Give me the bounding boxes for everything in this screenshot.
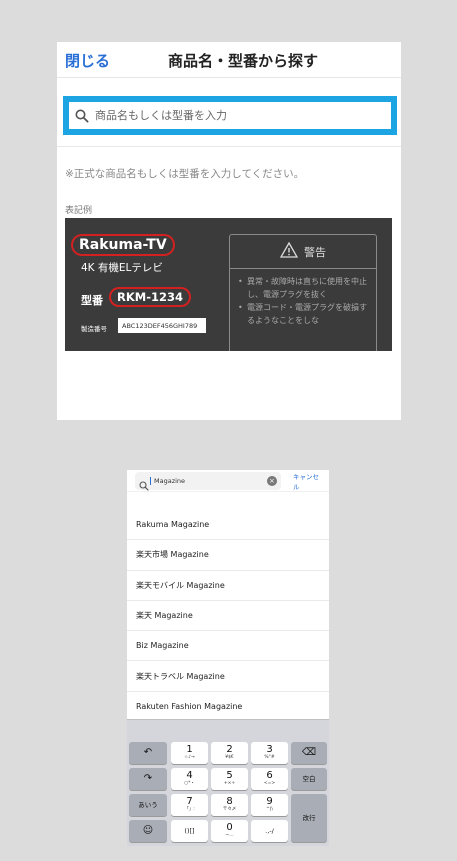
- text-cursor: [150, 476, 151, 485]
- example-subtitle: 4K 有機ELテレビ: [81, 262, 163, 274]
- search-input[interactable]: [95, 109, 355, 122]
- key-9[interactable]: 9 ^|\: [251, 794, 288, 816]
- example-brand: Rakuma-TV: [71, 234, 175, 256]
- cancel-button[interactable]: キャンセル: [293, 471, 325, 491]
- suggestion-list: Rakuma Magazine 楽天市場 Magazine 楽天モバイル Mag…: [127, 510, 329, 723]
- brackets-key[interactable]: ()[]: [171, 820, 208, 842]
- punctuation-key[interactable]: .,-/: [251, 820, 288, 842]
- numeric-keyboard: ↶ ↷ あいう ☺ 1 ☆♪→ 2 ¥$€ 3 %°# 4 ○*・ 5 +×÷ 6 <=> …: [127, 719, 329, 846]
- clear-icon[interactable]: ×: [266, 475, 277, 486]
- phone-search-field[interactable]: Magazine ×: [135, 471, 281, 491]
- key-4[interactable]: 4 ○*・: [171, 768, 208, 790]
- warning-item: 電源コード・電源プラグを破損するようなことをしな: [238, 301, 368, 327]
- input-note: ※正式な商品名もしくは型番を入力してください。: [65, 168, 305, 180]
- undo-key[interactable]: ↶: [129, 742, 167, 764]
- divider: [57, 146, 401, 147]
- search-box[interactable]: [69, 102, 391, 129]
- key-2[interactable]: 2 ¥$€: [211, 742, 248, 764]
- example-model-label: 型番: [81, 294, 103, 307]
- backspace-key[interactable]: ⌫: [291, 742, 327, 764]
- phone-search-screen: Magazine × キャンセル Rakuma Magazine 楽天市場 Ma…: [127, 470, 329, 846]
- space-key[interactable]: 空白: [291, 768, 327, 790]
- suggestion-item[interactable]: 楽天 Magazine: [127, 601, 329, 632]
- key-7[interactable]: 7 「」:: [171, 794, 208, 816]
- backspace-icon: ⌫: [301, 747, 317, 758]
- search-field-highlight: [63, 96, 397, 135]
- suggestion-item[interactable]: 楽天モバイル Magazine: [127, 571, 329, 601]
- suggestion-item[interactable]: 楽天トラベル Magazine: [127, 661, 329, 692]
- key-8[interactable]: 8 〒々〆: [211, 794, 248, 816]
- warning-item: 異常・故障時は直ちに使用を中止し、電源プラグを抜く: [238, 275, 368, 301]
- example-serial-value: ABC123DEF456GHI789: [118, 318, 206, 333]
- enter-key[interactable]: 改行: [291, 794, 327, 842]
- search-modal: 閉じる 商品名・型番から探す ※正式な商品名もしくは型番を入力してください。 表…: [57, 42, 401, 420]
- warning-icon: [279, 241, 299, 261]
- warning-header: 警告: [230, 235, 376, 269]
- key-0[interactable]: 0 ~…: [211, 820, 248, 842]
- kana-switch-key[interactable]: あいう: [129, 794, 167, 816]
- phone-search-bar: Magazine × キャンセル: [127, 470, 329, 492]
- emoji-icon: ☺: [142, 825, 154, 836]
- suggestion-item[interactable]: Biz Magazine: [127, 631, 329, 662]
- search-icon: [139, 476, 149, 491]
- example-serial-label: 製造番号: [81, 325, 107, 333]
- key-6[interactable]: 6 <=>: [251, 768, 288, 790]
- emoji-key[interactable]: ☺: [129, 820, 167, 842]
- example-model-number: RKM-1234: [109, 287, 191, 307]
- search-icon: [75, 109, 89, 123]
- suggestion-item[interactable]: 楽天市場 Magazine: [127, 540, 329, 571]
- modal-header: 閉じる 商品名・型番から探す: [57, 42, 401, 78]
- key-3[interactable]: 3 %°#: [251, 742, 288, 764]
- phone-search-value: Magazine: [154, 476, 186, 485]
- label-example-image: Rakuma-TV 4K 有機ELテレビ 型番 RKM-1234 製造番号 AB…: [65, 218, 392, 351]
- key-5[interactable]: 5 +×÷: [211, 768, 248, 790]
- warning-box: 警告 異常・故障時は直ちに使用を中止し、電源プラグを抜く 電源コード・電源プラグ…: [229, 234, 377, 351]
- suggestion-item[interactable]: Rakuten Fashion Magazine: [127, 692, 329, 723]
- redo-key[interactable]: ↷: [129, 768, 167, 790]
- key-1[interactable]: 1 ☆♪→: [171, 742, 208, 764]
- warning-list: 異常・故障時は直ちに使用を中止し、電源プラグを抜く 電源コード・電源プラグを破損…: [230, 269, 376, 333]
- warning-title: 警告: [304, 245, 326, 259]
- page-title: 商品名・型番から探す: [167, 52, 318, 70]
- example-label: 表記例: [65, 206, 93, 216]
- suggestion-item[interactable]: Rakuma Magazine: [127, 510, 329, 541]
